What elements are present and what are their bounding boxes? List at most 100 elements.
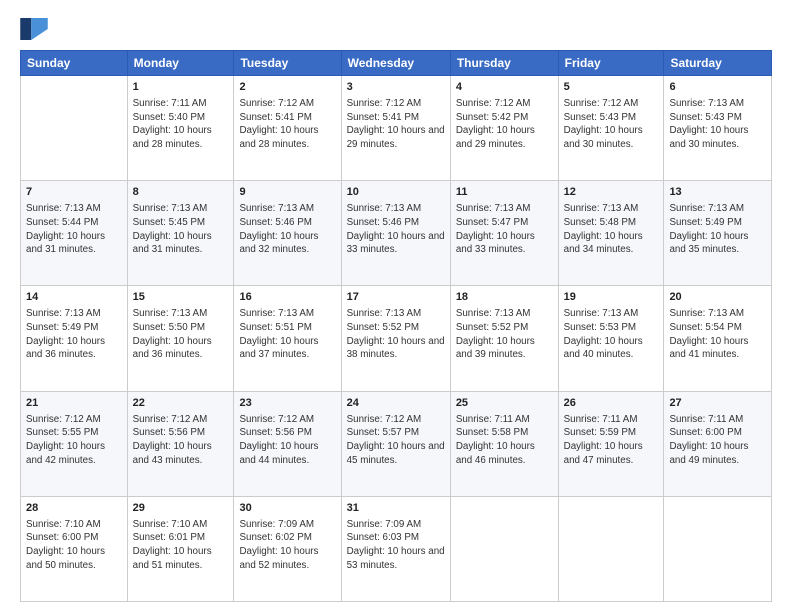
calendar-cell: 1Sunrise: 7:11 AMSunset: 5:40 PMDaylight… xyxy=(127,76,234,181)
day-number: 6 xyxy=(669,80,766,96)
calendar-cell: 9Sunrise: 7:13 AMSunset: 5:46 PMDaylight… xyxy=(234,181,341,286)
day-number: 3 xyxy=(347,80,445,96)
cell-info: Sunrise: 7:12 AMSunset: 5:43 PMDaylight:… xyxy=(564,97,659,152)
cell-info: Sunrise: 7:13 AMSunset: 5:44 PMDaylight:… xyxy=(26,202,122,257)
calendar-cell xyxy=(21,76,128,181)
cell-info: Sunrise: 7:12 AMSunset: 5:57 PMDaylight:… xyxy=(347,413,445,468)
cell-info: Sunrise: 7:11 AMSunset: 6:00 PMDaylight:… xyxy=(669,413,766,468)
day-number: 1 xyxy=(133,80,229,96)
logo xyxy=(20,18,52,40)
day-number: 25 xyxy=(456,396,553,412)
cell-info: Sunrise: 7:13 AMSunset: 5:54 PMDaylight:… xyxy=(669,307,766,362)
day-number: 5 xyxy=(564,80,659,96)
cell-info: Sunrise: 7:10 AMSunset: 6:01 PMDaylight:… xyxy=(133,518,229,573)
calendar-cell: 24Sunrise: 7:12 AMSunset: 5:57 PMDayligh… xyxy=(341,391,450,496)
day-number: 17 xyxy=(347,290,445,306)
calendar-cell: 23Sunrise: 7:12 AMSunset: 5:56 PMDayligh… xyxy=(234,391,341,496)
calendar-week-5: 28Sunrise: 7:10 AMSunset: 6:00 PMDayligh… xyxy=(21,496,772,601)
cell-info: Sunrise: 7:13 AMSunset: 5:51 PMDaylight:… xyxy=(239,307,335,362)
day-number: 22 xyxy=(133,396,229,412)
day-number: 9 xyxy=(239,185,335,201)
calendar-cell: 30Sunrise: 7:09 AMSunset: 6:02 PMDayligh… xyxy=(234,496,341,601)
day-number: 12 xyxy=(564,185,659,201)
calendar-cell xyxy=(450,496,558,601)
header-wednesday: Wednesday xyxy=(341,51,450,76)
cell-info: Sunrise: 7:12 AMSunset: 5:56 PMDaylight:… xyxy=(239,413,335,468)
day-number: 11 xyxy=(456,185,553,201)
calendar-cell: 7Sunrise: 7:13 AMSunset: 5:44 PMDaylight… xyxy=(21,181,128,286)
calendar-week-1: 1Sunrise: 7:11 AMSunset: 5:40 PMDaylight… xyxy=(21,76,772,181)
day-number: 16 xyxy=(239,290,335,306)
cell-info: Sunrise: 7:13 AMSunset: 5:43 PMDaylight:… xyxy=(669,97,766,152)
cell-info: Sunrise: 7:13 AMSunset: 5:46 PMDaylight:… xyxy=(347,202,445,257)
day-number: 28 xyxy=(26,501,122,517)
cell-info: Sunrise: 7:13 AMSunset: 5:49 PMDaylight:… xyxy=(669,202,766,257)
calendar-cell: 19Sunrise: 7:13 AMSunset: 5:53 PMDayligh… xyxy=(558,286,664,391)
day-number: 19 xyxy=(564,290,659,306)
header-monday: Monday xyxy=(127,51,234,76)
cell-info: Sunrise: 7:09 AMSunset: 6:03 PMDaylight:… xyxy=(347,518,445,573)
cell-info: Sunrise: 7:11 AMSunset: 5:40 PMDaylight:… xyxy=(133,97,229,152)
calendar-cell: 25Sunrise: 7:11 AMSunset: 5:58 PMDayligh… xyxy=(450,391,558,496)
calendar-cell: 18Sunrise: 7:13 AMSunset: 5:52 PMDayligh… xyxy=(450,286,558,391)
calendar-cell: 27Sunrise: 7:11 AMSunset: 6:00 PMDayligh… xyxy=(664,391,772,496)
day-number: 10 xyxy=(347,185,445,201)
cell-info: Sunrise: 7:13 AMSunset: 5:50 PMDaylight:… xyxy=(133,307,229,362)
logo-icon xyxy=(20,18,48,40)
calendar-cell: 31Sunrise: 7:09 AMSunset: 6:03 PMDayligh… xyxy=(341,496,450,601)
header-tuesday: Tuesday xyxy=(234,51,341,76)
day-number: 4 xyxy=(456,80,553,96)
calendar-cell: 6Sunrise: 7:13 AMSunset: 5:43 PMDaylight… xyxy=(664,76,772,181)
cell-info: Sunrise: 7:13 AMSunset: 5:53 PMDaylight:… xyxy=(564,307,659,362)
calendar-week-4: 21Sunrise: 7:12 AMSunset: 5:55 PMDayligh… xyxy=(21,391,772,496)
calendar-cell: 2Sunrise: 7:12 AMSunset: 5:41 PMDaylight… xyxy=(234,76,341,181)
day-number: 30 xyxy=(239,501,335,517)
calendar-cell: 20Sunrise: 7:13 AMSunset: 5:54 PMDayligh… xyxy=(664,286,772,391)
cell-info: Sunrise: 7:12 AMSunset: 5:41 PMDaylight:… xyxy=(239,97,335,152)
header-sunday: Sunday xyxy=(21,51,128,76)
day-number: 18 xyxy=(456,290,553,306)
cell-info: Sunrise: 7:13 AMSunset: 5:49 PMDaylight:… xyxy=(26,307,122,362)
header-thursday: Thursday xyxy=(450,51,558,76)
cell-info: Sunrise: 7:13 AMSunset: 5:47 PMDaylight:… xyxy=(456,202,553,257)
cell-info: Sunrise: 7:11 AMSunset: 5:58 PMDaylight:… xyxy=(456,413,553,468)
day-number: 24 xyxy=(347,396,445,412)
day-number: 13 xyxy=(669,185,766,201)
calendar-week-2: 7Sunrise: 7:13 AMSunset: 5:44 PMDaylight… xyxy=(21,181,772,286)
calendar-cell: 12Sunrise: 7:13 AMSunset: 5:48 PMDayligh… xyxy=(558,181,664,286)
calendar-cell: 11Sunrise: 7:13 AMSunset: 5:47 PMDayligh… xyxy=(450,181,558,286)
calendar-cell: 10Sunrise: 7:13 AMSunset: 5:46 PMDayligh… xyxy=(341,181,450,286)
calendar-week-3: 14Sunrise: 7:13 AMSunset: 5:49 PMDayligh… xyxy=(21,286,772,391)
page-header xyxy=(20,18,772,40)
day-number: 7 xyxy=(26,185,122,201)
day-number: 29 xyxy=(133,501,229,517)
day-number: 21 xyxy=(26,396,122,412)
cell-info: Sunrise: 7:10 AMSunset: 6:00 PMDaylight:… xyxy=(26,518,122,573)
calendar-cell: 5Sunrise: 7:12 AMSunset: 5:43 PMDaylight… xyxy=(558,76,664,181)
calendar-cell: 4Sunrise: 7:12 AMSunset: 5:42 PMDaylight… xyxy=(450,76,558,181)
calendar-cell: 17Sunrise: 7:13 AMSunset: 5:52 PMDayligh… xyxy=(341,286,450,391)
cell-info: Sunrise: 7:13 AMSunset: 5:52 PMDaylight:… xyxy=(456,307,553,362)
cell-info: Sunrise: 7:12 AMSunset: 5:41 PMDaylight:… xyxy=(347,97,445,152)
cell-info: Sunrise: 7:13 AMSunset: 5:46 PMDaylight:… xyxy=(239,202,335,257)
day-number: 20 xyxy=(669,290,766,306)
cell-info: Sunrise: 7:12 AMSunset: 5:55 PMDaylight:… xyxy=(26,413,122,468)
cell-info: Sunrise: 7:13 AMSunset: 5:48 PMDaylight:… xyxy=(564,202,659,257)
header-friday: Friday xyxy=(558,51,664,76)
calendar-header-row: SundayMondayTuesdayWednesdayThursdayFrid… xyxy=(21,51,772,76)
calendar-cell: 16Sunrise: 7:13 AMSunset: 5:51 PMDayligh… xyxy=(234,286,341,391)
day-number: 8 xyxy=(133,185,229,201)
cell-info: Sunrise: 7:09 AMSunset: 6:02 PMDaylight:… xyxy=(239,518,335,573)
calendar-cell: 15Sunrise: 7:13 AMSunset: 5:50 PMDayligh… xyxy=(127,286,234,391)
calendar-cell xyxy=(664,496,772,601)
calendar-cell: 13Sunrise: 7:13 AMSunset: 5:49 PMDayligh… xyxy=(664,181,772,286)
calendar-cell: 14Sunrise: 7:13 AMSunset: 5:49 PMDayligh… xyxy=(21,286,128,391)
day-number: 31 xyxy=(347,501,445,517)
calendar-cell: 26Sunrise: 7:11 AMSunset: 5:59 PMDayligh… xyxy=(558,391,664,496)
calendar-cell: 29Sunrise: 7:10 AMSunset: 6:01 PMDayligh… xyxy=(127,496,234,601)
day-number: 2 xyxy=(239,80,335,96)
day-number: 15 xyxy=(133,290,229,306)
day-number: 27 xyxy=(669,396,766,412)
cell-info: Sunrise: 7:13 AMSunset: 5:45 PMDaylight:… xyxy=(133,202,229,257)
cell-info: Sunrise: 7:13 AMSunset: 5:52 PMDaylight:… xyxy=(347,307,445,362)
